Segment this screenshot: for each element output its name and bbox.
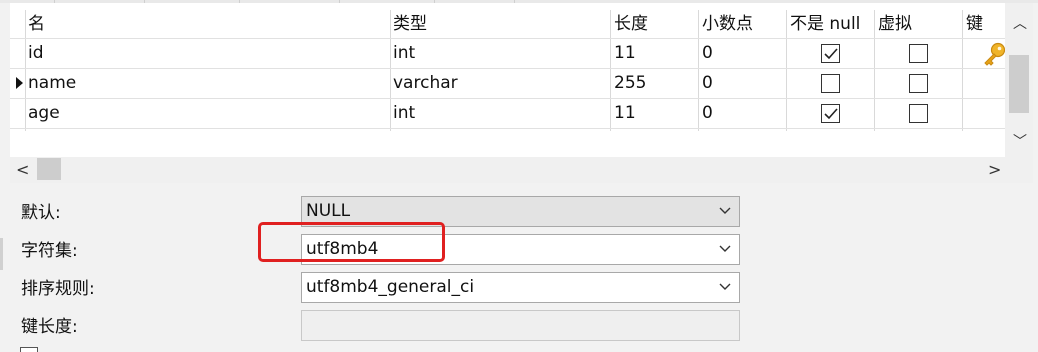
field-length-cell[interactable]: 11	[614, 102, 636, 124]
field-name-cell[interactable]: name	[28, 72, 76, 94]
field-decimals-cell[interactable]: 0	[702, 102, 713, 124]
field-type-cell[interactable]: varchar	[393, 72, 458, 94]
scroll-right-icon[interactable]: >	[988, 160, 1001, 179]
horizontal-scroll-thumb[interactable]	[37, 158, 61, 180]
vertical-scroll-thumb[interactable]	[1009, 55, 1029, 113]
scroll-up-icon[interactable]: ︿	[1013, 13, 1027, 33]
primary-key-icon	[984, 42, 1006, 66]
virtual-checkbox[interactable]	[909, 104, 928, 123]
collation-label: 排序规则:	[21, 279, 95, 299]
left-edge-marker	[0, 238, 3, 270]
field-type-cell[interactable]: int	[393, 102, 415, 124]
field-type-cell[interactable]: int	[393, 42, 415, 64]
fields-grid: 名 类型 长度 小数点 不是 null 虚拟 键 id int 11 0 nam…	[10, 3, 1006, 157]
field-decimals-cell[interactable]: 0	[702, 72, 713, 94]
row-divider	[10, 38, 1005, 39]
column-divider	[962, 10, 963, 131]
column-header-key[interactable]: 键	[966, 13, 983, 35]
scroll-down-icon[interactable]: ﹀	[1013, 131, 1027, 151]
field-length-cell[interactable]: 255	[614, 72, 646, 94]
column-divider	[786, 10, 787, 131]
column-divider	[610, 10, 611, 131]
checkmark-icon	[824, 108, 838, 120]
scroll-left-icon[interactable]: <	[16, 160, 29, 179]
chevron-down-icon	[719, 245, 731, 252]
virtual-checkbox[interactable]	[909, 44, 928, 63]
column-header-name[interactable]: 名	[28, 13, 45, 35]
charset-label: 字符集:	[21, 241, 78, 261]
not-null-checkbox[interactable]	[821, 104, 840, 123]
key-length-label: 键长度:	[21, 317, 78, 337]
field-name-cell[interactable]: age	[28, 102, 60, 124]
not-null-checkbox[interactable]	[821, 74, 840, 93]
default-label: 默认:	[21, 203, 61, 223]
collation-value: utf8mb4_general_ci	[306, 277, 475, 297]
virtual-checkbox[interactable]	[909, 74, 928, 93]
row-divider	[10, 68, 1005, 69]
horizontal-scrollbar[interactable]: < >	[10, 157, 1033, 183]
column-divider	[874, 10, 875, 131]
row-divider	[10, 98, 1005, 99]
key-length-input[interactable]	[301, 310, 740, 341]
chevron-down-icon	[719, 207, 731, 214]
collation-select[interactable]: utf8mb4_general_ci	[301, 272, 740, 303]
column-divider	[390, 10, 391, 131]
vertical-scrollbar[interactable]: ︿ ﹀	[1005, 3, 1033, 157]
field-properties-panel: 默认: NULL 字符集: utf8mb4 排序规则: utf8mb4_gene…	[10, 183, 1033, 352]
bottom-checkbox[interactable]	[20, 347, 38, 352]
chevron-down-icon	[719, 283, 731, 290]
field-name-cell[interactable]: id	[28, 42, 44, 64]
column-divider	[25, 10, 26, 131]
not-null-checkbox[interactable]	[821, 44, 840, 63]
current-row-marker-icon	[16, 77, 23, 89]
field-decimals-cell[interactable]: 0	[702, 42, 713, 64]
column-header-not-null[interactable]: 不是 null	[790, 13, 860, 35]
default-value: NULL	[306, 201, 351, 221]
row-divider	[10, 128, 1005, 129]
table-design-window: 名 类型 长度 小数点 不是 null 虚拟 键 id int 11 0 nam…	[0, 0, 1038, 352]
column-divider	[698, 10, 699, 131]
field-length-cell[interactable]: 11	[614, 42, 636, 64]
highlight-annotation	[258, 222, 445, 262]
column-header-virtual[interactable]: 虚拟	[878, 13, 912, 35]
checkmark-icon	[824, 48, 838, 60]
column-header-type[interactable]: 类型	[393, 13, 427, 35]
column-header-length[interactable]: 长度	[614, 13, 648, 35]
column-header-decimals[interactable]: 小数点	[702, 13, 753, 35]
